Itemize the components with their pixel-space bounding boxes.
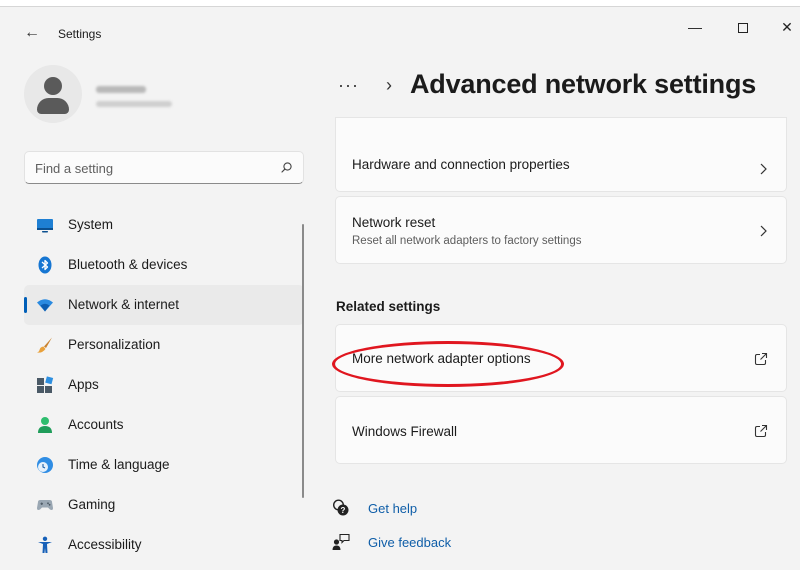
get-help-icon: ? bbox=[332, 499, 349, 516]
user-name-redacted bbox=[96, 86, 146, 93]
sidebar-item-label: Bluetooth & devices bbox=[68, 257, 188, 272]
hardware-connection-properties-card[interactable]: Hardware and connection properties bbox=[335, 117, 787, 192]
card-title: Hardware and connection properties bbox=[352, 157, 570, 172]
card-title: More network adapter options bbox=[352, 351, 531, 366]
sidebar-item-label: Accounts bbox=[68, 417, 124, 432]
sidebar-item-label: System bbox=[68, 217, 114, 232]
windows-firewall-card[interactable]: Windows Firewall bbox=[335, 396, 787, 464]
card-subtitle: Reset all network adapters to factory se… bbox=[352, 235, 582, 247]
apps-icon bbox=[37, 376, 54, 393]
account-icon bbox=[38, 417, 52, 433]
breadcrumb-more-button[interactable]: ··· bbox=[338, 75, 359, 96]
person-icon bbox=[44, 77, 62, 95]
sidebar-item-label: Gaming bbox=[68, 497, 116, 512]
sidebar-nav: System Bluetooth & devices Network & int… bbox=[24, 205, 304, 565]
maximize-button[interactable] bbox=[728, 15, 758, 39]
more-network-adapter-options-card[interactable]: More network adapter options bbox=[335, 324, 787, 392]
give-feedback-link[interactable]: Give feedback bbox=[368, 535, 451, 550]
selection-indicator bbox=[24, 297, 27, 313]
search-input[interactable] bbox=[35, 159, 265, 177]
search-icon[interactable] bbox=[278, 160, 294, 176]
bluetooth-icon bbox=[38, 256, 52, 274]
svg-text:?: ? bbox=[341, 506, 346, 515]
avatar[interactable] bbox=[24, 65, 82, 123]
clock-globe-icon bbox=[37, 457, 53, 473]
brush-icon bbox=[37, 337, 52, 353]
related-settings-heading: Related settings bbox=[336, 299, 441, 314]
sidebar-scrollbar[interactable] bbox=[302, 224, 304, 498]
app-title: Settings bbox=[58, 27, 102, 41]
accessibility-icon bbox=[38, 536, 52, 553]
user-email-redacted bbox=[96, 101, 172, 107]
sidebar-item-gaming[interactable]: Gaming bbox=[24, 485, 304, 525]
sidebar-item-bluetooth-devices[interactable]: Bluetooth & devices bbox=[24, 245, 304, 285]
sidebar-item-label: Personalization bbox=[68, 337, 161, 352]
chevron-right-icon bbox=[760, 163, 767, 175]
title-bar: ← Settings — ✕ bbox=[0, 7, 800, 55]
gamepad-icon bbox=[37, 500, 53, 510]
wifi-icon bbox=[37, 299, 53, 312]
sidebar-item-label: Accessibility bbox=[68, 537, 142, 552]
back-button[interactable]: ← bbox=[20, 23, 44, 43]
minimize-button[interactable]: — bbox=[680, 15, 710, 39]
chevron-right-icon bbox=[760, 225, 767, 237]
sidebar-item-accounts[interactable]: Accounts bbox=[24, 405, 304, 445]
sidebar-item-time-language[interactable]: Time & language bbox=[24, 445, 304, 485]
card-title: Network reset bbox=[352, 215, 436, 230]
close-button[interactable]: ✕ bbox=[772, 15, 800, 39]
page-title: Advanced network settings bbox=[410, 69, 757, 99]
sidebar-item-label: Time & language bbox=[68, 457, 170, 472]
feedback-icon bbox=[332, 533, 350, 550]
sidebar-item-system[interactable]: System bbox=[24, 205, 304, 245]
breadcrumb-separator: › bbox=[386, 75, 392, 95]
external-link-icon bbox=[754, 424, 768, 438]
sidebar-item-personalization[interactable]: Personalization bbox=[24, 325, 304, 365]
settings-window: ← Settings — ✕ System bbox=[0, 6, 800, 570]
sidebar-item-network-internet[interactable]: Network & internet bbox=[24, 285, 304, 325]
sidebar-item-apps[interactable]: Apps bbox=[24, 365, 304, 405]
external-link-icon bbox=[754, 352, 768, 366]
maximize-icon bbox=[738, 23, 748, 34]
card-title: Windows Firewall bbox=[352, 424, 458, 439]
sidebar-item-accessibility[interactable]: Accessibility bbox=[24, 525, 304, 565]
monitor-icon bbox=[37, 219, 53, 233]
sidebar-item-label: Network & internet bbox=[68, 297, 180, 312]
sidebar-item-label: Apps bbox=[68, 377, 99, 392]
get-help-link[interactable]: Get help bbox=[368, 501, 417, 516]
search-box[interactable] bbox=[24, 151, 304, 184]
network-reset-card[interactable]: Network reset Reset all network adapters… bbox=[335, 196, 787, 264]
